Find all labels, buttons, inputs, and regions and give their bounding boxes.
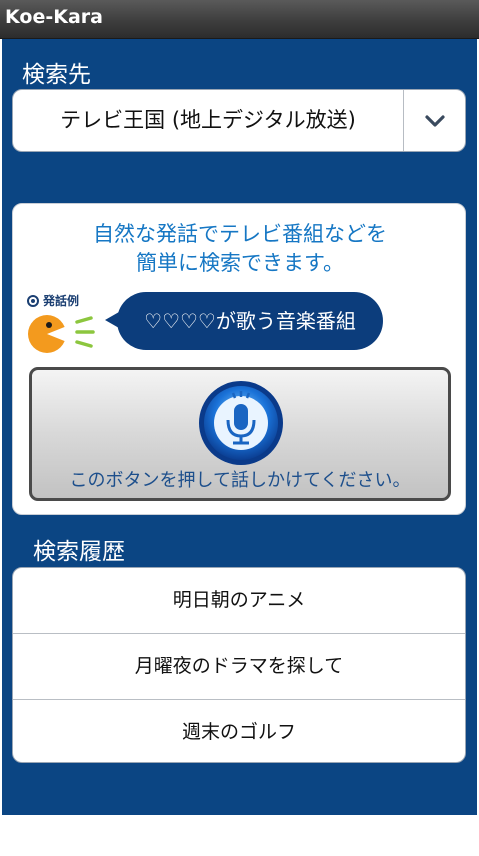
example-speech-bubble: ♡♡♡♡が歌う音楽番組 [117, 292, 383, 350]
search-target-label: 検索先 [22, 62, 91, 88]
intro-line-2: 簡単に検索できます。 [136, 251, 344, 275]
history-list: 明日朝のアニメ 月曜夜のドラマを探して 週末のゴルフ [12, 567, 466, 763]
chevron-down-icon[interactable] [404, 90, 465, 151]
bullet-icon [27, 294, 39, 307]
intro-line-1: 自然な発話でテレビ番組などを [93, 222, 387, 246]
mascot-icon [28, 315, 95, 353]
example-tag-label: 発話例 [43, 294, 80, 308]
history-label: 検索履歴 [33, 539, 125, 565]
example-tag: 発話例 [27, 292, 79, 309]
title-bar: Koe-Kara [0, 0, 479, 39]
app-title: Koe-Kara [5, 6, 103, 28]
search-target-dropdown[interactable]: テレビ王国 (地上デジタル放送) [12, 89, 466, 152]
history-item[interactable]: 明日朝のアニメ [13, 568, 465, 634]
voice-input-caption: このボタンを押して話しかけてください。 [69, 470, 411, 491]
history-item[interactable]: 週末のゴルフ [13, 700, 465, 762]
microphone-icon [199, 381, 283, 465]
voice-input-button[interactable]: このボタンを押して話しかけてください。 [29, 367, 451, 501]
history-item[interactable]: 月曜夜のドラマを探して [13, 634, 465, 700]
voice-search-card: 自然な発話でテレビ番組などを 簡単に検索できます。 発話例 ♡♡♡♡が歌う音楽番… [12, 203, 466, 515]
search-target-value: テレビ王国 (地上デジタル放送) [60, 108, 356, 132]
intro-text: 自然な発話でテレビ番組などを 簡単に検索できます。 [13, 220, 467, 278]
